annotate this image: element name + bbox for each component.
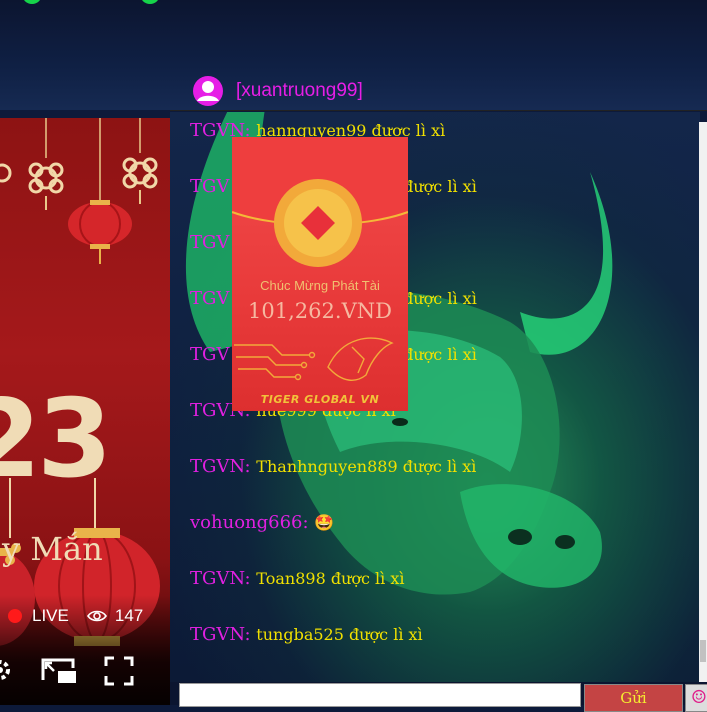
emoji-button[interactable]: ☺ bbox=[685, 684, 707, 712]
chat-sender[interactable]: vohuong666: bbox=[190, 512, 309, 533]
chat-sender[interactable]: TGV bbox=[190, 344, 229, 365]
chat-text: Toan898 được lì xì bbox=[256, 569, 405, 588]
envelope-graphic bbox=[232, 137, 408, 381]
user-avatar-icon bbox=[193, 76, 223, 106]
chat-message: TGVN: tungba525 được lì xì bbox=[190, 624, 423, 645]
chat-text: tungba525 được lì xì bbox=[256, 625, 423, 644]
red-envelope-popup[interactable]: Chúc Mừng Phát Tài 101,262.VND TIGER GLO… bbox=[232, 137, 408, 411]
live-dot-icon bbox=[8, 609, 22, 623]
username-label: [xuantruong99] bbox=[236, 80, 363, 101]
fullscreen-icon[interactable] bbox=[104, 656, 134, 686]
envelope-amount: 101,262.VND bbox=[248, 299, 392, 323]
year-text: 23 bbox=[0, 377, 112, 502]
envelope-title: Chúc Mừng Phát Tài bbox=[260, 278, 380, 293]
chat-emoji: 🤩 bbox=[314, 513, 335, 532]
live-label: LIVE bbox=[32, 606, 69, 625]
chat-sender[interactable]: TGV bbox=[190, 288, 229, 309]
envelope-brand-logo: TIGER GLOBAL VN bbox=[260, 393, 380, 406]
greeting-text: y Mắn bbox=[2, 530, 103, 568]
current-user: [xuantruong99] bbox=[192, 74, 363, 108]
chat-text: được lì xì bbox=[403, 289, 477, 308]
chat-text: được lì xì bbox=[403, 177, 477, 196]
chat-text: được lì xì bbox=[403, 345, 477, 364]
scrollbar-thumb[interactable] bbox=[700, 640, 706, 662]
green-dot-icon bbox=[22, 0, 42, 4]
viewer-count: 147 bbox=[114, 606, 144, 625]
chat-message: vohuong666: 🤩 bbox=[190, 512, 334, 533]
chat-message: TGVN: Toan898 được lì xì bbox=[190, 568, 405, 589]
chat-input[interactable] bbox=[179, 683, 581, 707]
chat-sender[interactable]: TGVN: bbox=[190, 456, 251, 477]
divider bbox=[170, 110, 707, 111]
chat-message: TGVN: Thanhnguyen889 được lì xì bbox=[190, 456, 476, 477]
chat-scrollbar[interactable] bbox=[699, 122, 707, 682]
chat-sender[interactable]: TGVN: bbox=[190, 624, 251, 645]
chat-text: Thanhnguyen889 được lì xì bbox=[256, 457, 477, 476]
chat-sender[interactable]: TGV bbox=[190, 176, 229, 197]
picture-in-picture-icon[interactable] bbox=[40, 656, 78, 686]
send-button[interactable]: Gửi bbox=[584, 684, 683, 712]
chat-sender[interactable]: TGVN: bbox=[190, 568, 251, 589]
green-dot-icon bbox=[140, 0, 160, 4]
eye-icon bbox=[86, 610, 107, 622]
settings-gear-icon[interactable] bbox=[0, 656, 14, 684]
chat-sender[interactable]: TGV bbox=[190, 232, 229, 253]
chat-message: TGV bbox=[190, 232, 229, 253]
live-status: LIVE 147 bbox=[8, 606, 143, 626]
